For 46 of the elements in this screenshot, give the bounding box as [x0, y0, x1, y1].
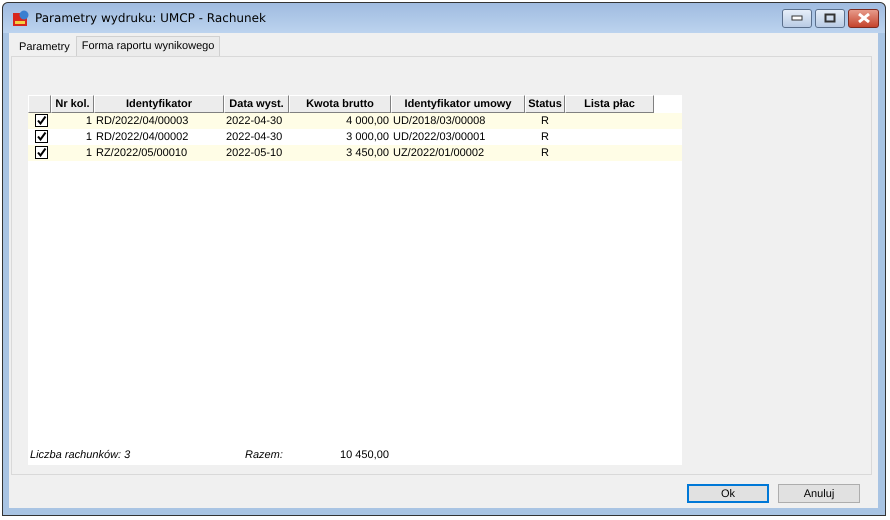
maximize-button[interactable]: [815, 8, 845, 28]
window-title: Parametry wydruku: UMCP - Rachunek: [35, 11, 267, 25]
table-row[interactable]: 1 RD/2022/04/00002 2022-04-30 3 000,00 UD/2022/03/00001 R: [28, 129, 682, 145]
count-label: Liczba rachunków: 3: [30, 449, 132, 461]
checkbox[interactable]: [35, 114, 48, 127]
minimize-icon: [791, 15, 803, 21]
table-cell: R: [541, 115, 549, 127]
table-cell: 2022-05-10: [226, 147, 282, 159]
tab[interactable]: Forma raportu wynikowego: [76, 36, 220, 56]
ok-button[interactable]: Ok: [687, 484, 769, 503]
table-row[interactable]: 1 RD/2022/04/00003 2022-04-30 4 000,00 UD/2018/03/00008 R: [28, 113, 682, 129]
column-header[interactable]: Kwota brutto: [289, 95, 391, 113]
table-cell: R: [541, 131, 549, 143]
minimize-button[interactable]: [782, 8, 812, 28]
maximize-icon: [824, 13, 836, 23]
total-label: Razem:: [245, 449, 284, 461]
table-cell: UZ/2022/01/00002: [393, 147, 484, 159]
cancel-button[interactable]: Anuluj: [778, 484, 860, 503]
table-cell: RD/2022/04/00002: [96, 131, 188, 143]
column-header[interactable]: Data wyst.: [224, 95, 289, 113]
table-cell: 3 450,00: [346, 147, 389, 159]
table-cell: 2022-04-30: [226, 131, 282, 143]
table-cell: 1: [86, 147, 92, 159]
close-icon: [856, 13, 870, 23]
checkbox[interactable]: [35, 130, 48, 143]
table-cell: 1: [86, 131, 92, 143]
total-value: 10 450,00: [340, 449, 389, 461]
column-header[interactable]: Status: [525, 95, 565, 113]
app-icon: [13, 10, 29, 26]
checkbox[interactable]: [35, 146, 48, 159]
table-cell: UD/2018/03/00008: [393, 115, 486, 127]
table-cell: R: [541, 147, 549, 159]
close-button[interactable]: [848, 8, 879, 28]
column-header[interactable]: Identyfikator umowy: [391, 95, 525, 113]
column-header[interactable]: Identyfikator: [94, 95, 224, 113]
table-cell: UD/2022/03/00001: [393, 131, 486, 143]
table-cell: RZ/2022/05/00010: [96, 147, 188, 159]
column-header[interactable]: Lista płac: [565, 95, 654, 113]
table-cell: RD/2022/04/00003: [96, 115, 188, 127]
table-row[interactable]: 1 RZ/2022/05/00010 2022-05-10 3 450,00 UZ/2022/01/00002 R: [28, 145, 682, 161]
column-header[interactable]: Nr kol.: [51, 95, 94, 113]
table-cell: 3 000,00: [346, 131, 389, 143]
table-cell: 4 000,00: [346, 115, 389, 127]
table-cell: 2022-04-30: [226, 115, 282, 127]
table-cell: 1: [86, 115, 92, 127]
column-header[interactable]: [28, 95, 51, 113]
